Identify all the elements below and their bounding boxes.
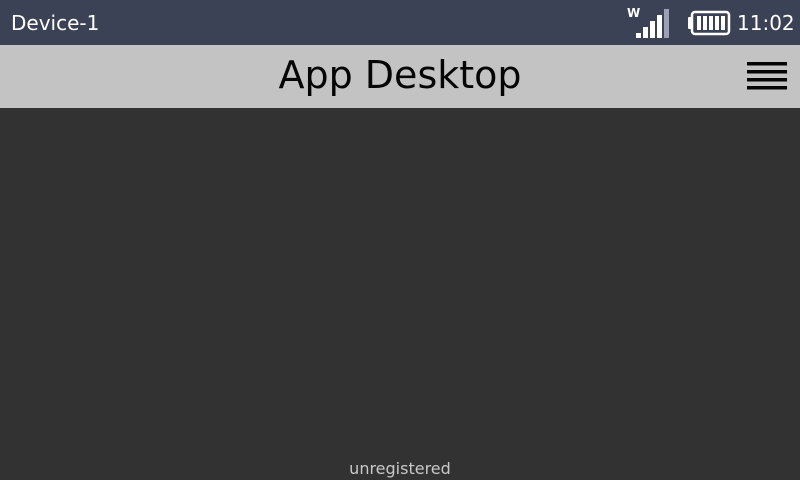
signal-bar-3 <box>650 21 655 38</box>
clock: 11:02 <box>737 11 795 35</box>
wifi-label: W <box>627 6 640 20</box>
signal-bar-5 <box>664 9 669 38</box>
desktop-area: unregistered <box>0 108 800 480</box>
signal-bar-4 <box>657 15 662 38</box>
signal-bar-1 <box>636 33 641 38</box>
signal-bar-2 <box>643 27 648 38</box>
page-title: App Desktop <box>278 53 522 97</box>
registration-status: unregistered <box>349 459 451 478</box>
hamburger-menu-icon[interactable] <box>744 59 790 93</box>
battery-full-icon <box>688 10 731 36</box>
device-name: Device-1 <box>11 11 100 35</box>
signal-strength-icon: W <box>627 6 669 38</box>
status-bar: Device-1 W 11:02 <box>0 0 800 45</box>
title-bar: App Desktop <box>0 45 800 108</box>
